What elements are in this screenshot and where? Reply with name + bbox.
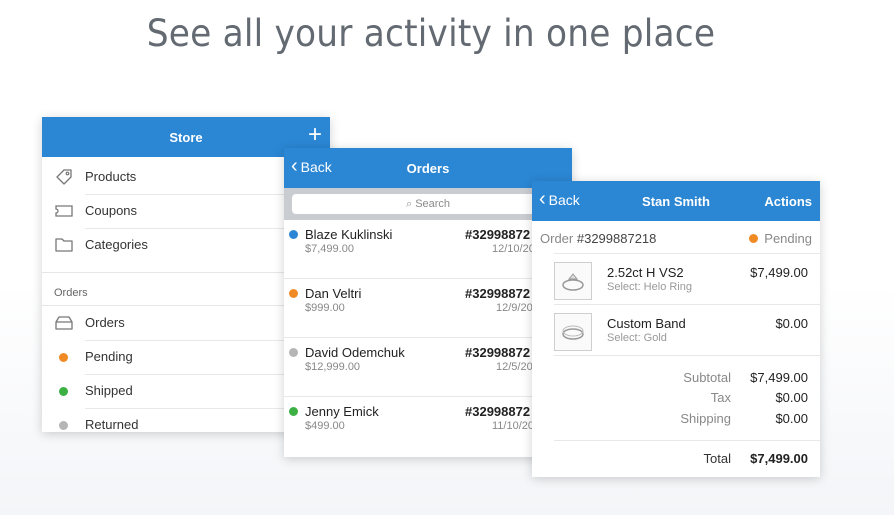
- status-badge: Pending: [749, 231, 812, 246]
- order-row[interactable]: Jenny Emick $499.00 #32998872 11/10/20: [284, 397, 572, 455]
- add-button[interactable]: +: [308, 121, 322, 149]
- order-number: #32998872: [465, 345, 531, 360]
- item-name: Custom Band: [607, 316, 686, 331]
- order-detail-panel: ‹ Back Stan Smith Actions Order #3299887…: [532, 181, 820, 477]
- folder-icon: [42, 238, 85, 252]
- subtotal-label: Subtotal: [683, 370, 731, 385]
- order-number: #32998872: [465, 404, 531, 419]
- actions-button[interactable]: Actions: [764, 194, 812, 209]
- orders-panel: ‹ Back Orders ⌕ Search Blaze Kuklinski $…: [284, 148, 572, 457]
- totals-divider: [554, 440, 820, 441]
- tag-icon: [42, 168, 85, 186]
- order-amount: $7,499.00: [305, 243, 354, 255]
- status-dot: [289, 289, 298, 298]
- detail-header: ‹ Back Stan Smith Actions: [532, 181, 820, 221]
- shipping-value: $0.00: [775, 411, 808, 426]
- order-number-label: Order #3299887218: [540, 231, 657, 246]
- order-amount: $12,999.00: [305, 361, 361, 373]
- status-label: Pending: [764, 231, 812, 246]
- tax-label: Tax: [710, 390, 731, 405]
- item-option: Select: Gold: [607, 332, 667, 344]
- status-dot: [289, 348, 298, 357]
- search-bar: ⌕ Search: [284, 188, 572, 220]
- total-label: Total: [703, 451, 731, 466]
- order-amount: $499.00: [305, 420, 345, 432]
- ring-thumbnail: [554, 313, 592, 351]
- order-row[interactable]: Dan Veltri $999.00 #32998872 12/9/20: [284, 279, 572, 338]
- status-dot: [289, 230, 298, 239]
- order-number: #3299887218: [576, 231, 657, 246]
- pending-status-dot: [749, 234, 759, 243]
- inbox-icon: [42, 316, 85, 330]
- order-heading: Order #3299887218 Pending: [532, 221, 820, 253]
- order-row[interactable]: David Odemchuk $12,999.00 #32998872 12/5…: [284, 338, 572, 397]
- order-date: 12/9/20: [496, 302, 533, 314]
- order-date: 12/10/20: [492, 243, 535, 255]
- order-number: #32998872: [465, 227, 531, 242]
- subtotal-value: $7,499.00: [750, 370, 808, 385]
- item-option: Select: Helo Ring: [607, 281, 692, 293]
- shipping-row: Shipping $0.00: [631, 411, 808, 426]
- order-date: 11/10/20: [492, 420, 535, 432]
- status-dot: [289, 407, 298, 416]
- orders-header: ‹ Back Orders: [284, 148, 572, 188]
- search-icon: ⌕: [405, 198, 413, 210]
- shipping-label: Shipping: [680, 411, 731, 426]
- line-item[interactable]: 2.52ct H VS2 Select: Helo Ring $7,499.00: [554, 253, 820, 305]
- order-totals: Subtotal $7,499.00 Tax $0.00 Shipping $0…: [532, 356, 820, 482]
- ring-thumbnail: [554, 262, 592, 300]
- coupon-icon: [42, 204, 85, 218]
- customer-name: David Odemchuk: [305, 345, 405, 360]
- pending-status-dot: [59, 352, 68, 362]
- customer-name: Blaze Kuklinski: [305, 227, 393, 242]
- customer-name: Jenny Emick: [305, 404, 379, 419]
- customer-name: Dan Veltri: [305, 286, 362, 301]
- orders-title: Orders: [406, 161, 450, 176]
- item-price: $0.00: [775, 316, 808, 331]
- search-placeholder: Search: [415, 198, 451, 210]
- item-name: 2.52ct H VS2: [607, 265, 684, 280]
- returned-status-dot: [59, 420, 68, 430]
- total-value: $7,499.00: [750, 451, 808, 466]
- search-input[interactable]: ⌕ Search: [292, 194, 564, 214]
- tax-value: $0.00: [775, 390, 808, 405]
- page-headline: See all your activity in one place: [146, 12, 716, 55]
- shipped-status-dot: [59, 386, 68, 396]
- tax-row: Tax $0.00: [631, 390, 808, 405]
- order-amount: $999.00: [305, 302, 345, 314]
- total-row: Total $7,499.00: [631, 451, 808, 466]
- order-row[interactable]: Blaze Kuklinski $7,499.00 #32998872 12/1…: [284, 220, 572, 279]
- item-price: $7,499.00: [750, 265, 808, 280]
- subtotal-row: Subtotal $7,499.00: [631, 370, 808, 385]
- order-date: 12/5/20: [496, 361, 533, 373]
- store-title: Store: [169, 130, 203, 145]
- order-number: #32998872: [465, 286, 531, 301]
- line-item[interactable]: Custom Band Select: Gold $0.00: [554, 305, 820, 356]
